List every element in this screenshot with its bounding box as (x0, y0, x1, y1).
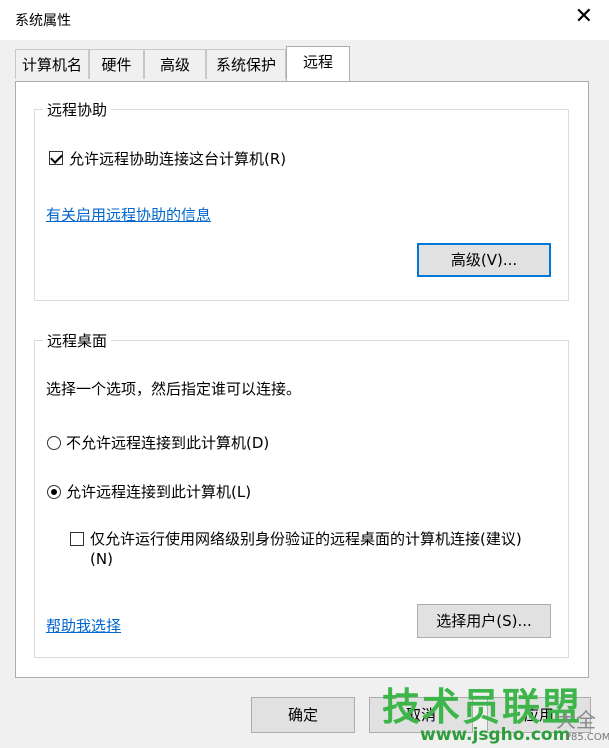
remote-desktop-instruction: 选择一个选项，然后指定谁可以连接。 (46, 380, 302, 398)
nla-only-checkbox[interactable] (70, 532, 84, 546)
title-bar: 系统属性 ✕ (0, 0, 609, 40)
watermark-tag: P85.COM (565, 732, 609, 743)
tab-computer-name[interactable]: 计算机名 (15, 49, 89, 79)
nla-only-label-line2[interactable]: (N) (90, 550, 113, 568)
ok-button[interactable]: 确定 (251, 697, 355, 733)
select-users-button[interactable]: 选择用户(S)... (417, 604, 551, 638)
help-me-choose-link[interactable]: 帮助我选择 (46, 615, 121, 636)
window-title: 系统属性 (15, 13, 71, 29)
tab-hardware[interactable]: 硬件 (89, 49, 144, 79)
tab-advanced[interactable]: 高级 (144, 49, 206, 79)
remote-desktop-title: 远程桌面 (43, 330, 112, 351)
remote-desktop-group: 远程桌面 选择一个选项，然后指定谁可以连接。 不允许远程连接到此计算机(D) 允… (34, 330, 569, 658)
allow-remote-label[interactable]: 允许远程连接到此计算机(L) (66, 481, 251, 502)
close-icon[interactable]: ✕ (575, 6, 593, 28)
remote-assistance-info-link[interactable]: 有关启用远程协助的信息 (46, 204, 211, 225)
system-properties-window: 系统属性 ✕ 计算机名 硬件 高级 系统保护 远程 远程协助 允许远程协助连接这… (0, 0, 609, 748)
nla-only-label-line1[interactable]: 仅允许运行使用网络级别身份验证的远程桌面的计算机连接(建议) (90, 528, 522, 549)
disallow-remote-label[interactable]: 不允许远程连接到此计算机(D) (66, 432, 269, 453)
apply-button[interactable]: 应用 (487, 697, 591, 733)
cancel-button[interactable]: 取消 (369, 697, 473, 733)
disallow-remote-radio[interactable] (47, 436, 61, 450)
tab-remote[interactable]: 远程 (286, 46, 350, 81)
allow-remote-radio[interactable] (47, 485, 61, 499)
remote-assistance-group: 远程协助 允许远程协助连接这台计算机(R) 有关启用远程协助的信息 高级(V).… (34, 99, 569, 301)
tab-system-protection[interactable]: 系统保护 (206, 49, 286, 79)
allow-remote-assistance-checkbox[interactable] (49, 151, 63, 165)
allow-remote-assistance-label[interactable]: 允许远程协助连接这台计算机(R) (69, 148, 286, 169)
remote-assistance-title: 远程协助 (43, 99, 112, 120)
tab-panel-remote: 远程协助 允许远程协助连接这台计算机(R) 有关启用远程协助的信息 高级(V).… (15, 81, 589, 678)
advanced-button[interactable]: 高级(V)... (417, 243, 551, 277)
